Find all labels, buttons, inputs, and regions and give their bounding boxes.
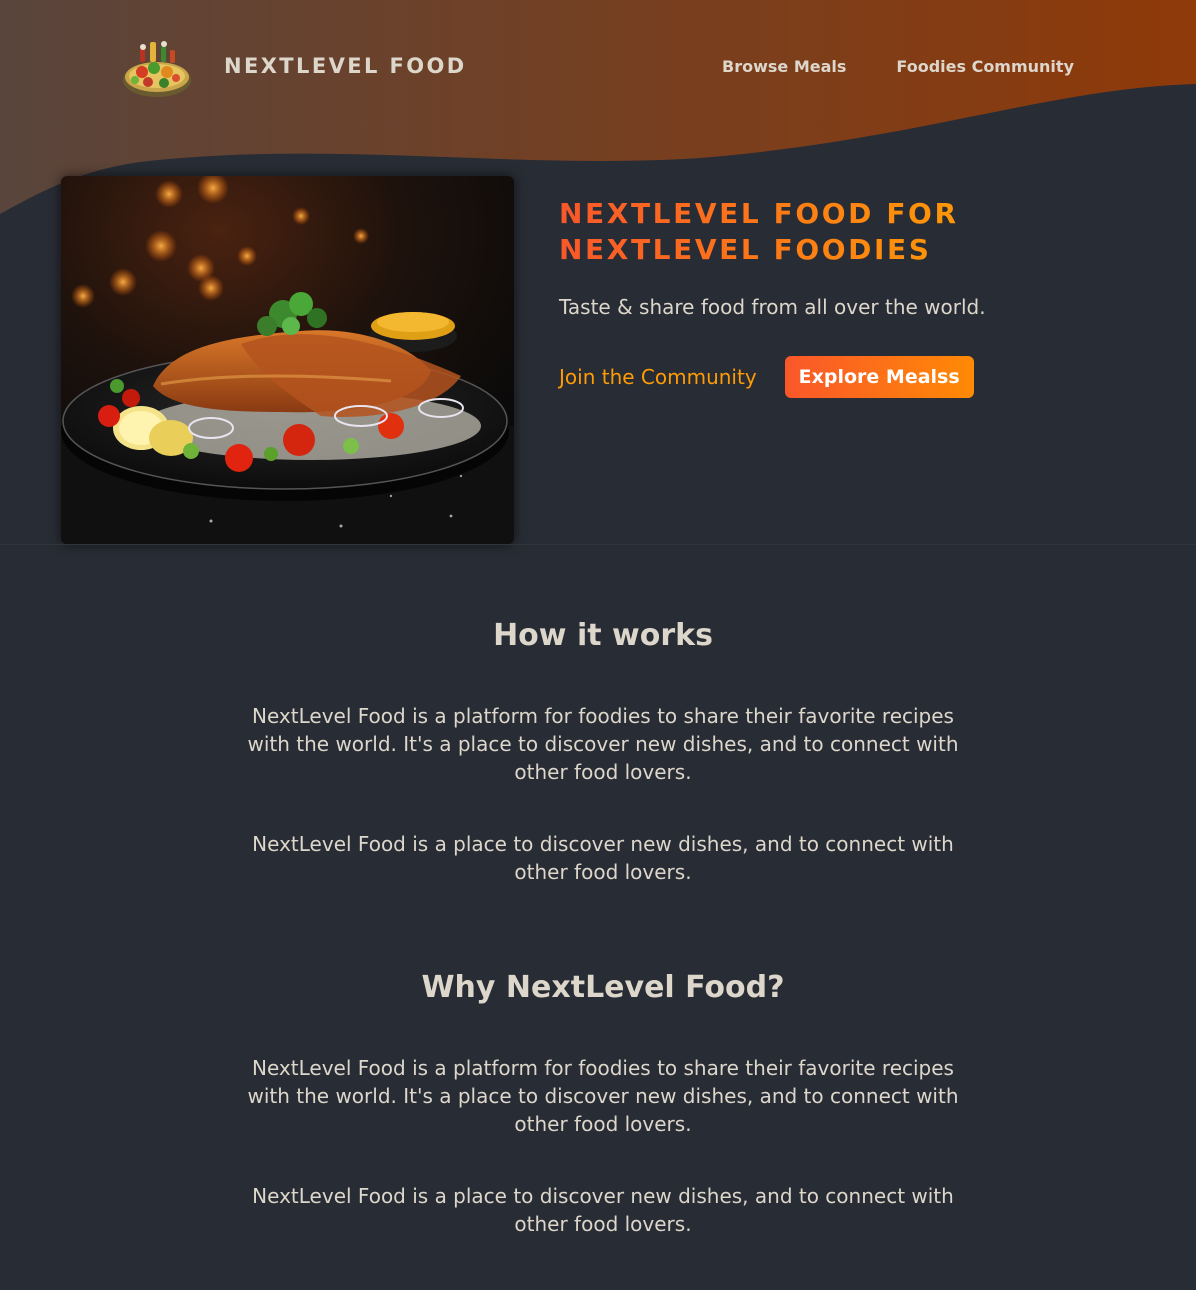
logo-text: NextLevel Food — [224, 54, 467, 78]
join-community-link[interactable]: Join the Community — [559, 365, 757, 389]
how-it-works-section: How it works NextLevel Food is a platfor… — [0, 618, 1196, 886]
nav-link-foodies-community[interactable]: Foodies Community — [896, 56, 1074, 78]
why-paragraph-1: NextLevel Food is a platform for foodies… — [247, 1056, 959, 1136]
hero-image — [61, 176, 514, 544]
section-divider — [0, 544, 1196, 545]
logo-link[interactable]: NextLevel Food — [120, 32, 467, 100]
why-title: Why NextLevel Food? — [421, 970, 785, 1005]
why-section: Why NextLevel Food? NextLevel Food is a … — [0, 970, 1196, 1238]
nav-link-browse-meals[interactable]: Browse Meals — [722, 56, 846, 78]
hero-content: NextLevel Food for NextLevel Foodies Tas… — [559, 196, 1119, 398]
hero-cta-group: Join the Community Explore Mealss — [559, 356, 1119, 398]
why-paragraph-2: NextLevel Food is a place to discover ne… — [252, 1184, 954, 1236]
main-nav: Browse Meals Foodies Community — [722, 56, 1074, 78]
how-it-works-paragraph-1: NextLevel Food is a platform for foodies… — [247, 704, 959, 784]
schnitzel-plate-image — [61, 176, 514, 544]
how-it-works-paragraph-2: NextLevel Food is a place to discover ne… — [252, 832, 954, 884]
hero-title: NextLevel Food for NextLevel Foodies — [559, 196, 979, 268]
food-plate-logo-icon — [123, 41, 191, 97]
hero-subtitle: Taste & share food from all over the wor… — [559, 295, 986, 319]
main-header: NextLevel Food Browse Meals Foodies Comm… — [0, 0, 1196, 135]
page: NextLevel Food Browse Meals Foodies Comm… — [0, 0, 1196, 1290]
how-it-works-title: How it works — [493, 618, 713, 653]
explore-meals-button[interactable]: Explore Mealss — [784, 356, 974, 398]
